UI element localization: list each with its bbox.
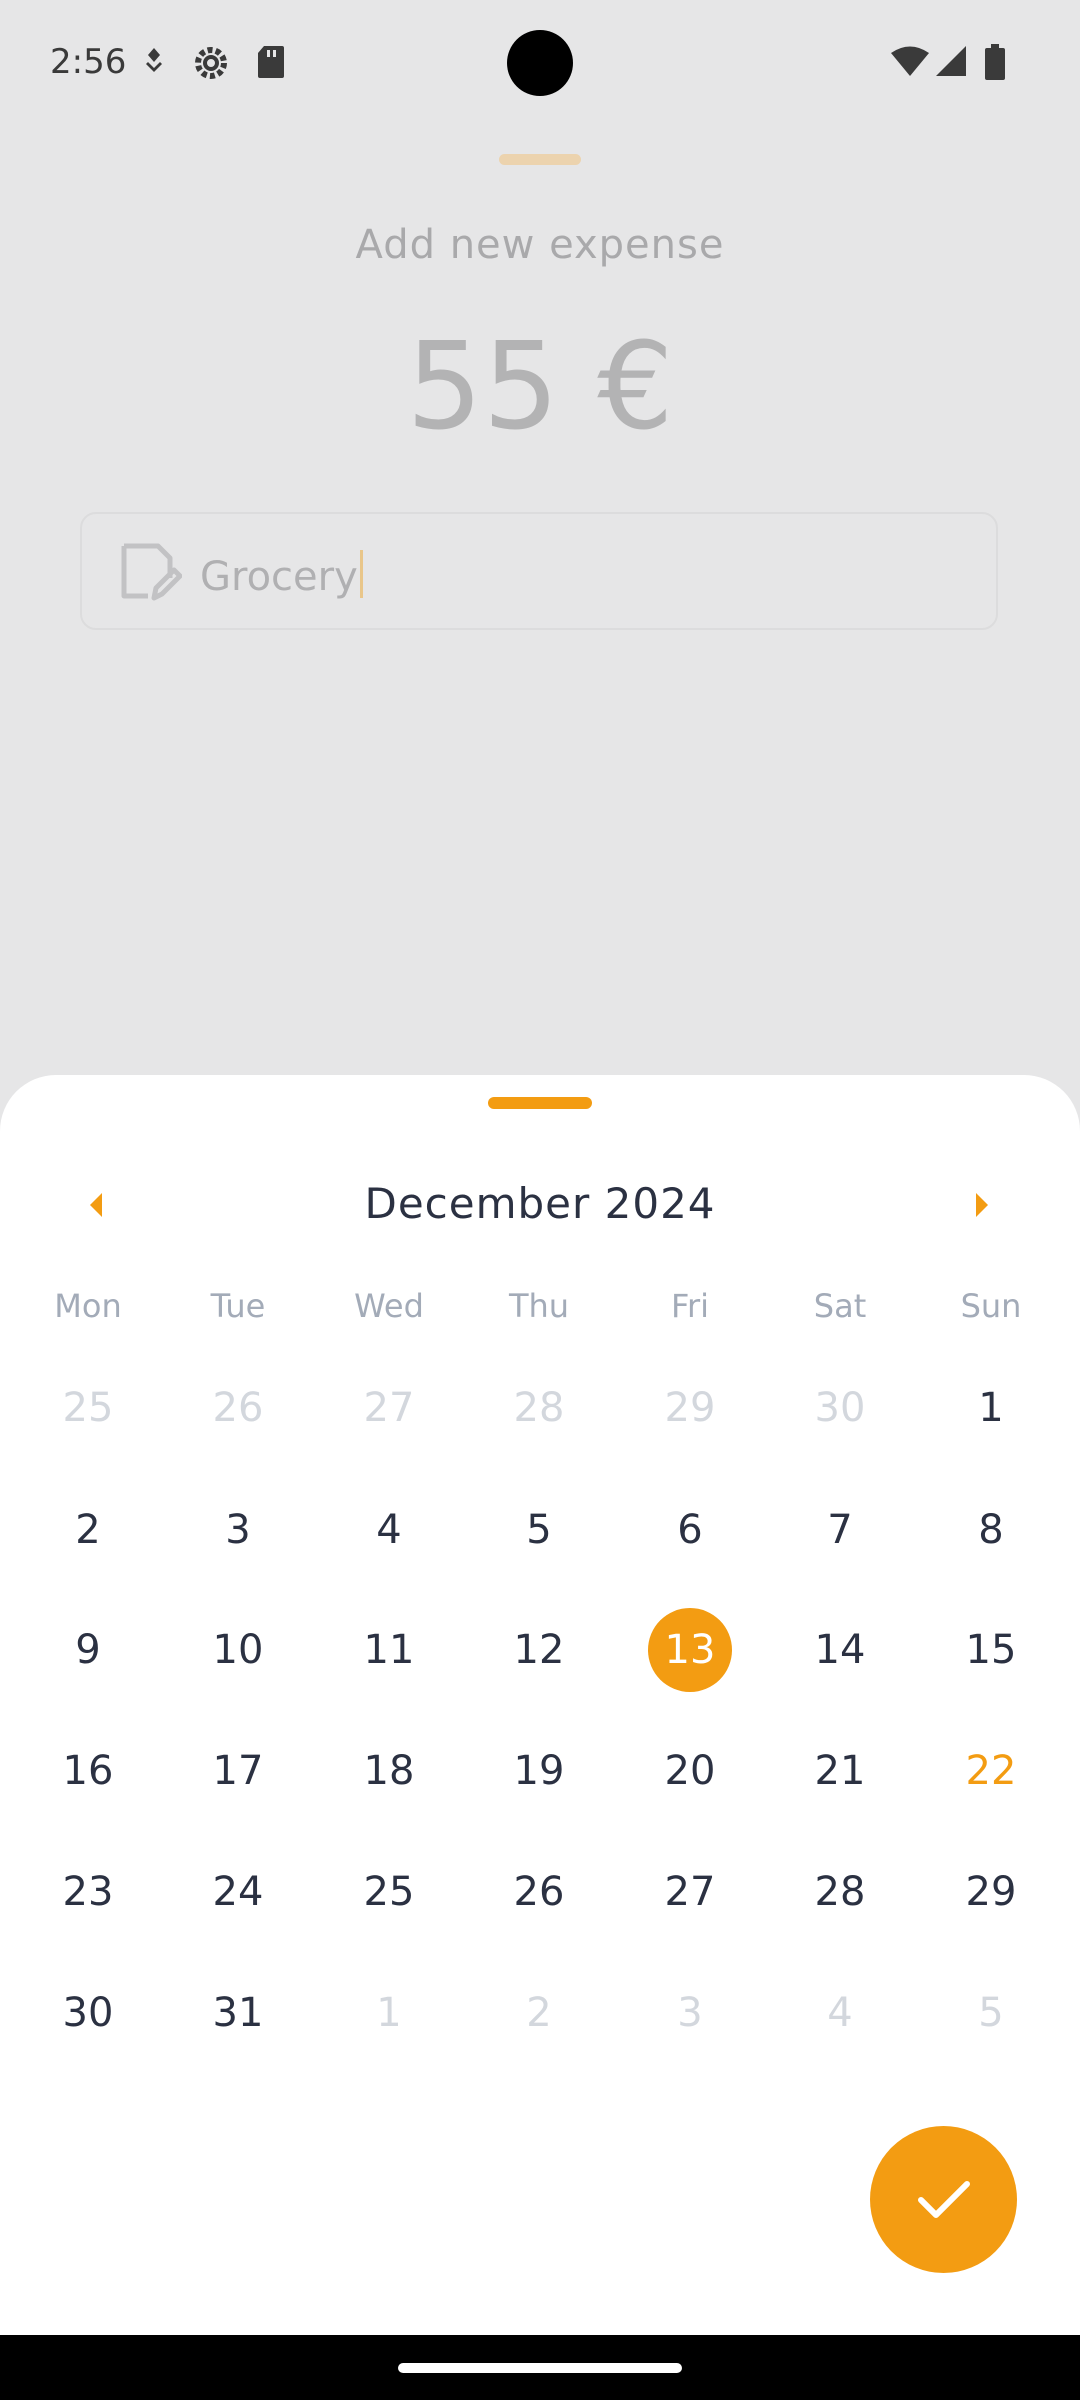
calendar-day[interactable]: 26 <box>484 1837 594 1947</box>
weekday-label: Tue <box>210 1287 266 1325</box>
calendar-day[interactable]: 24 <box>183 1837 293 1947</box>
calendar-day-other-month[interactable]: 30 <box>785 1353 895 1463</box>
weekday-label: Wed <box>354 1287 424 1325</box>
calendar-day-other-month[interactable]: 3 <box>635 1958 745 2068</box>
home-gesture-handle[interactable] <box>398 2363 682 2373</box>
weekday-label: Fri <box>670 1287 710 1325</box>
calendar-day-other-month[interactable]: 29 <box>635 1353 745 1463</box>
calendar-day[interactable]: 7 <box>785 1475 895 1585</box>
calendar-day-today[interactable]: 22 <box>936 1716 1046 1826</box>
calendar-day-other-month[interactable]: 5 <box>936 1958 1046 2068</box>
note-input[interactable]: Grocery <box>80 512 998 630</box>
calendar-day[interactable]: 27 <box>635 1837 745 1947</box>
navigation-bar <box>0 2335 1080 2400</box>
calendar-day-other-month[interactable]: 25 <box>33 1353 143 1463</box>
calendar-day[interactable]: 25 <box>334 1837 444 1947</box>
expense-title: Add new expense <box>355 222 725 268</box>
next-month-button[interactable] <box>952 1175 1012 1235</box>
calendar-day[interactable]: 14 <box>785 1595 895 1705</box>
weekday-label: Mon <box>54 1287 122 1325</box>
chevron-right-icon <box>976 1193 988 1217</box>
calendar-day[interactable]: 23 <box>33 1837 143 1947</box>
calendar-day[interactable]: 20 <box>635 1716 745 1826</box>
calendar-day[interactable]: 9 <box>33 1595 143 1705</box>
calendar-day[interactable]: 11 <box>334 1595 444 1705</box>
calendar-day[interactable]: 4 <box>334 1475 444 1585</box>
expense-amount[interactable]: 55 € <box>0 318 1080 457</box>
weekday-label: Sat <box>813 1287 867 1325</box>
calendar-day[interactable]: 28 <box>785 1837 895 1947</box>
calendar-day-other-month[interactable]: 4 <box>785 1958 895 2068</box>
weekday-label: Thu <box>508 1287 570 1325</box>
calendar-day[interactable]: 15 <box>936 1595 1046 1705</box>
calendar-day[interactable]: 18 <box>334 1716 444 1826</box>
calendar-day-selected[interactable]: 13 <box>648 1608 732 1692</box>
calendar-day[interactable]: 1 <box>936 1353 1046 1463</box>
calendar-day[interactable]: 3 <box>183 1475 293 1585</box>
checkmark-icon <box>917 2180 970 2218</box>
expense-form: Add new expense 55 € Grocery <box>0 0 1080 1075</box>
calendar-day-other-month[interactable]: 28 <box>484 1353 594 1463</box>
calendar-day[interactable]: 16 <box>33 1716 143 1826</box>
calendar-day[interactable]: 19 <box>484 1716 594 1826</box>
calendar-day-other-month[interactable]: 26 <box>183 1353 293 1463</box>
calendar-day[interactable]: 21 <box>785 1716 895 1826</box>
form-drag-handle[interactable] <box>499 154 581 165</box>
confirm-date-button[interactable] <box>870 2126 1017 2273</box>
month-year-label: December 2024 <box>364 1179 716 1228</box>
calendar-day[interactable]: 10 <box>183 1595 293 1705</box>
calendar-day[interactable]: 6 <box>635 1475 745 1585</box>
date-picker-sheet: December 2024 Mon Tue Wed Thu Fri Sat Su… <box>0 1075 1080 2335</box>
calendar-day[interactable]: 2 <box>33 1475 143 1585</box>
calendar-day-other-month[interactable]: 27 <box>334 1353 444 1463</box>
text-caret <box>359 550 363 598</box>
calendar-day[interactable]: 31 <box>183 1958 293 2068</box>
calendar-day[interactable]: 17 <box>183 1716 293 1826</box>
calendar-day-other-month[interactable]: 1 <box>334 1958 444 2068</box>
calendar-day[interactable]: 29 <box>936 1837 1046 1947</box>
calendar-day[interactable]: 30 <box>33 1958 143 2068</box>
note-text: Grocery <box>200 550 363 600</box>
calendar-day[interactable]: 5 <box>484 1475 594 1585</box>
note-edit-icon <box>114 538 183 610</box>
calendar-day[interactable]: 8 <box>936 1475 1046 1585</box>
calendar-day-other-month[interactable]: 2 <box>484 1958 594 2068</box>
weekday-label: Sun <box>960 1287 1022 1325</box>
sheet-drag-handle[interactable] <box>488 1097 592 1109</box>
calendar-day[interactable]: 12 <box>484 1595 594 1705</box>
